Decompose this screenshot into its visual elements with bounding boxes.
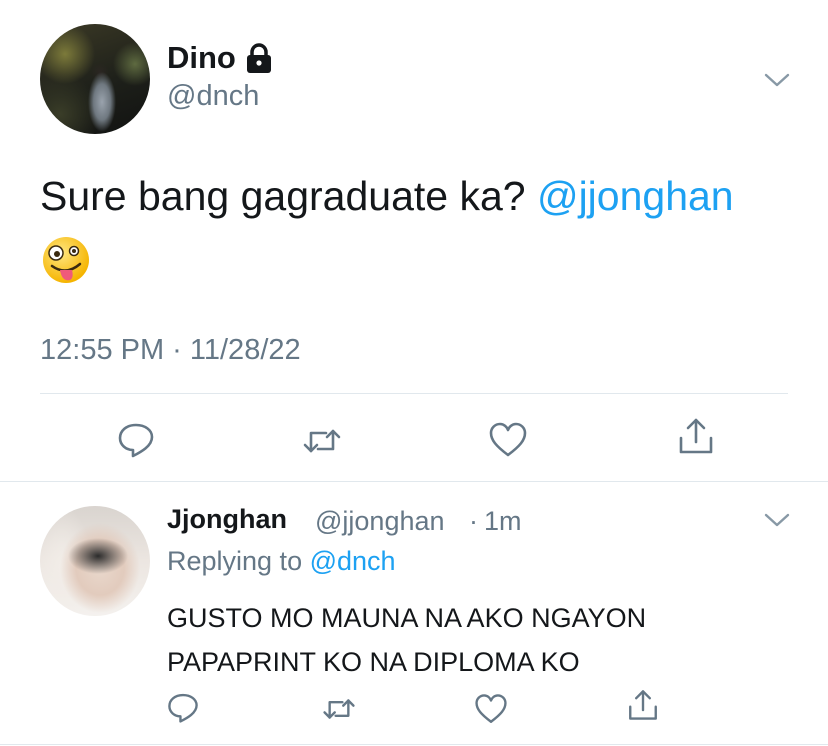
chevron-down-icon[interactable]	[764, 512, 790, 528]
reply-icon[interactable]	[166, 690, 200, 724]
author-name[interactable]: Dino	[167, 40, 236, 76]
reply-text: GUSTO MO MAUNA NA AKO NGAYON PAPAPRINT K…	[167, 596, 807, 684]
zany-face-emoji	[40, 234, 92, 286]
tweet-body: Sure bang gagraduate ka?	[40, 173, 537, 219]
tweet-timestamp[interactable]: 12:55 PM · 11/28/22	[40, 334, 301, 367]
author-avatar[interactable]	[40, 24, 150, 134]
replying-to-handle[interactable]: @dnch	[310, 546, 396, 576]
bottom-divider	[0, 744, 828, 745]
reply-author-avatar[interactable]	[40, 506, 150, 616]
reply-text-line: PAPAPRINT KO NA DIPLOMA KO	[167, 647, 580, 677]
divider	[40, 393, 788, 394]
like-icon[interactable]	[474, 692, 508, 726]
tweet-text: Sure bang gagraduate ka? @jjonghan	[40, 170, 734, 222]
reply-icon[interactable]	[116, 419, 156, 459]
share-icon[interactable]	[676, 416, 716, 456]
author-handle[interactable]: @dnch	[167, 80, 259, 113]
lock-icon	[244, 42, 274, 74]
replying-to-label: Replying to	[167, 546, 303, 576]
replying-to: Replying to @dnch	[167, 546, 396, 577]
reply-time[interactable]: 1m	[484, 506, 522, 537]
reply-text-line: GUSTO MO MAUNA NA AKO NGAYON	[167, 603, 647, 633]
retweet-icon[interactable]	[302, 421, 342, 461]
like-icon[interactable]	[488, 420, 528, 460]
retweet-icon[interactable]	[322, 692, 356, 726]
section-divider	[0, 481, 828, 482]
share-icon[interactable]	[626, 688, 660, 722]
reply-author-handle[interactable]: @jjonghan	[315, 506, 445, 537]
reply-author-name[interactable]: Jjonghan	[167, 504, 287, 535]
reply-separator: ·	[469, 506, 478, 536]
chevron-down-icon[interactable]	[764, 72, 790, 88]
mention-link[interactable]: @jjonghan	[537, 173, 734, 219]
